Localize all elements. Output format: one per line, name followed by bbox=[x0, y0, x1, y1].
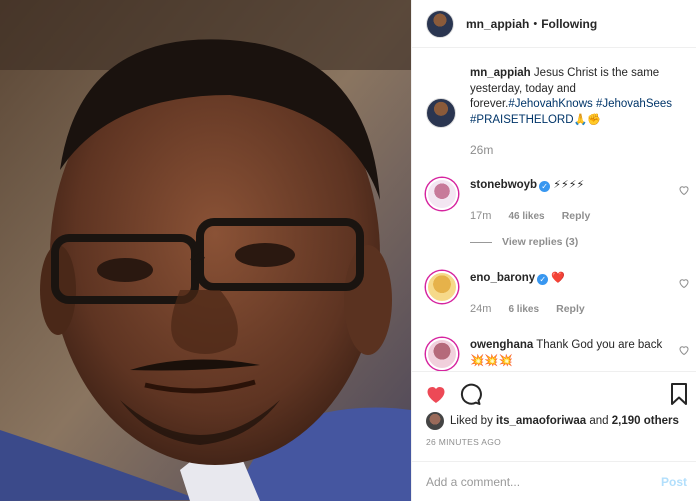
verified-icon: ✓ bbox=[537, 274, 549, 285]
liked-by-prefix: Liked by bbox=[450, 415, 493, 427]
post-button[interactable]: Post bbox=[661, 475, 687, 489]
comment-text: ❤️ bbox=[551, 272, 566, 284]
following-button[interactable]: Following bbox=[541, 17, 597, 31]
commenter-avatar[interactable] bbox=[426, 271, 458, 303]
poster-username[interactable]: mn_appiah bbox=[466, 17, 529, 31]
caption-username[interactable]: mn_appiah bbox=[470, 67, 531, 79]
comment-likes[interactable]: 6 likes bbox=[508, 304, 539, 315]
post-photo[interactable] bbox=[0, 0, 411, 501]
heart-icon[interactable] bbox=[678, 184, 690, 196]
comment-username[interactable]: stonebwoyb bbox=[470, 179, 537, 191]
liked-by: Liked by its_amaoforiwaa and 2,190 other… bbox=[426, 412, 679, 430]
reply-button[interactable]: Reply bbox=[556, 303, 585, 315]
comment-likes[interactable]: 46 likes bbox=[508, 211, 544, 222]
commenter-avatar[interactable] bbox=[426, 178, 458, 210]
liker-avatar[interactable] bbox=[426, 412, 444, 430]
comment-body: eno_barony ✓ ❤️ bbox=[470, 271, 670, 287]
liked-by-user[interactable]: its_amaoforiwaa bbox=[496, 415, 586, 427]
verified-icon: ✓ bbox=[539, 181, 551, 192]
liked-by-and: and bbox=[589, 415, 609, 427]
reply-button[interactable]: Reply bbox=[562, 210, 591, 222]
caption-emoji: 🙏✊ bbox=[573, 113, 601, 126]
replies-divider bbox=[470, 241, 492, 243]
commenter-avatar[interactable] bbox=[426, 338, 458, 370]
comment-form: Post bbox=[412, 461, 696, 501]
post-header: mn_appiah • Following bbox=[412, 0, 696, 48]
comment-time[interactable]: 17m bbox=[470, 210, 491, 222]
liked-by-others[interactable]: 2,190 others bbox=[612, 415, 679, 427]
caption-avatar[interactable] bbox=[426, 98, 456, 128]
post-viewer: mn_appiah • Following mn_appiah Jesus Ch… bbox=[0, 0, 696, 501]
comment-icon[interactable] bbox=[458, 382, 482, 406]
separator-dot: • bbox=[533, 17, 538, 30]
action-bar bbox=[412, 371, 696, 415]
comment-input[interactable] bbox=[426, 472, 646, 492]
comment-time[interactable]: 24m bbox=[470, 303, 491, 315]
comment-text: ⚡⚡⚡⚡ bbox=[553, 179, 585, 191]
heart-icon[interactable] bbox=[678, 344, 690, 356]
caption-time[interactable]: 26m bbox=[470, 143, 493, 157]
comment-username[interactable]: owenghana bbox=[470, 339, 533, 351]
heart-icon[interactable] bbox=[678, 277, 690, 289]
comment-meta: 24m 6 likes Reply bbox=[470, 303, 599, 315]
view-replies-label: View replies (3) bbox=[502, 236, 579, 248]
heart-icon[interactable] bbox=[424, 382, 448, 406]
poster-avatar[interactable] bbox=[426, 9, 454, 38]
comments-list[interactable]: mn_appiah Jesus Christ is the same yeste… bbox=[412, 48, 696, 371]
post-sidebar: mn_appiah • Following mn_appiah Jesus Ch… bbox=[411, 0, 696, 501]
comment-body: stonebwoyb ✓ ⚡⚡⚡⚡ bbox=[470, 178, 670, 194]
caption-text: mn_appiah Jesus Christ is the same yeste… bbox=[470, 66, 682, 128]
view-replies-button[interactable]: View replies (3) bbox=[470, 236, 578, 248]
comment-username[interactable]: eno_barony bbox=[470, 272, 535, 284]
bookmark-icon[interactable] bbox=[667, 382, 691, 406]
comment-body: owenghana Thank God you are back 💥💥💥 bbox=[470, 338, 670, 369]
portrait-image bbox=[0, 0, 411, 501]
comment-meta: 17m 46 likes Reply bbox=[470, 210, 604, 222]
post-timestamp[interactable]: 26 MINUTES AGO bbox=[426, 437, 501, 447]
